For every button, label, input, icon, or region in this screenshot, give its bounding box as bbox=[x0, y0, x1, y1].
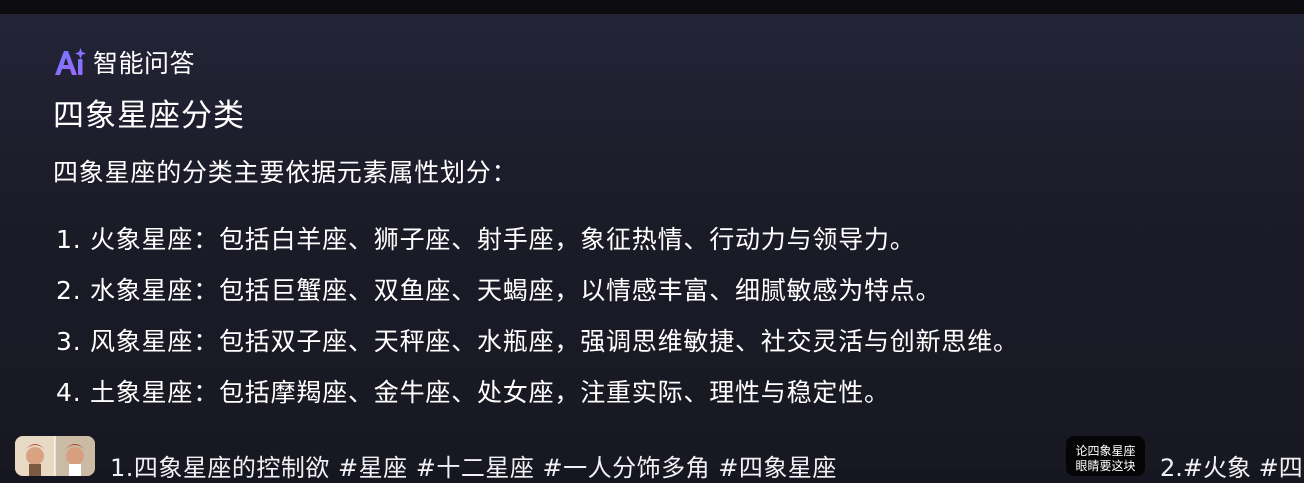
top-bar bbox=[0, 0, 1304, 14]
list-item-text: 风象星座：包括双子座、天秤座、水瓶座，强调思维敏捷、社交灵活与创新思维。 bbox=[90, 327, 1019, 356]
answer-title: 四象星座分类 bbox=[53, 98, 245, 134]
list-item: 4. 土象星座：包括摩羯座、金牛座、处女座，注重实际、理性与稳定性。 bbox=[56, 373, 1019, 424]
video-thumbnail[interactable]: 论四象星座 眼睛要这块 bbox=[1066, 436, 1145, 476]
list-item-number: 4. bbox=[56, 378, 82, 407]
list-item-text: 水象星座：包括巨蟹座、双鱼座、天蝎座，以情感丰富、细腻敏感为特点。 bbox=[90, 276, 942, 305]
list-item: 1. 火象星座：包括白羊座、狮子座、射手座，象征热情、行动力与领导力。 bbox=[56, 220, 1019, 271]
thumbnail-caption-line: 论四象星座 bbox=[1075, 444, 1136, 458]
related-video-title[interactable]: 2.#火象 #四 bbox=[1160, 448, 1303, 483]
qa-header: 智能问答 bbox=[53, 46, 195, 78]
list-item-number: 3. bbox=[56, 327, 82, 356]
answer-intro: 四象星座的分类主要依据元素属性划分： bbox=[53, 158, 518, 187]
list-item: 3. 风象星座：包括双子座、天秤座、水瓶座，强调思维敏捷、社交灵活与创新思维。 bbox=[56, 322, 1019, 373]
list-item-number: 2. bbox=[56, 276, 82, 305]
ai-sparkle-icon bbox=[55, 48, 86, 75]
list-item: 2. 水象星座：包括巨蟹座、双鱼座、天蝎座，以情感丰富、细腻敏感为特点。 bbox=[56, 271, 1019, 322]
related-video-title[interactable]: 1.四象星座的控制欲 #星座 #十二星座 #一人分饰多角 #四象星座 bbox=[110, 448, 837, 483]
list-item-text: 火象星座：包括白羊座、狮子座、射手座，象征热情、行动力与领导力。 bbox=[90, 225, 916, 254]
related-videos-row: 1.四象星座的控制欲 #星座 #十二星座 #一人分饰多角 #四象星座 论四象星座… bbox=[0, 430, 1304, 482]
answer-list: 1. 火象星座：包括白羊座、狮子座、射手座，象征热情、行动力与领导力。 2. 水象星… bbox=[56, 220, 1019, 424]
qa-header-label: 智能问答 bbox=[93, 49, 196, 78]
list-item-number: 1. bbox=[56, 225, 82, 254]
list-item-text: 土象星座：包括摩羯座、金牛座、处女座，注重实际、理性与稳定性。 bbox=[90, 378, 890, 407]
thumbnail-caption-line: 眼睛要这块 bbox=[1075, 459, 1136, 473]
video-thumbnail[interactable] bbox=[15, 436, 95, 476]
thumbnail-image bbox=[15, 436, 95, 476]
